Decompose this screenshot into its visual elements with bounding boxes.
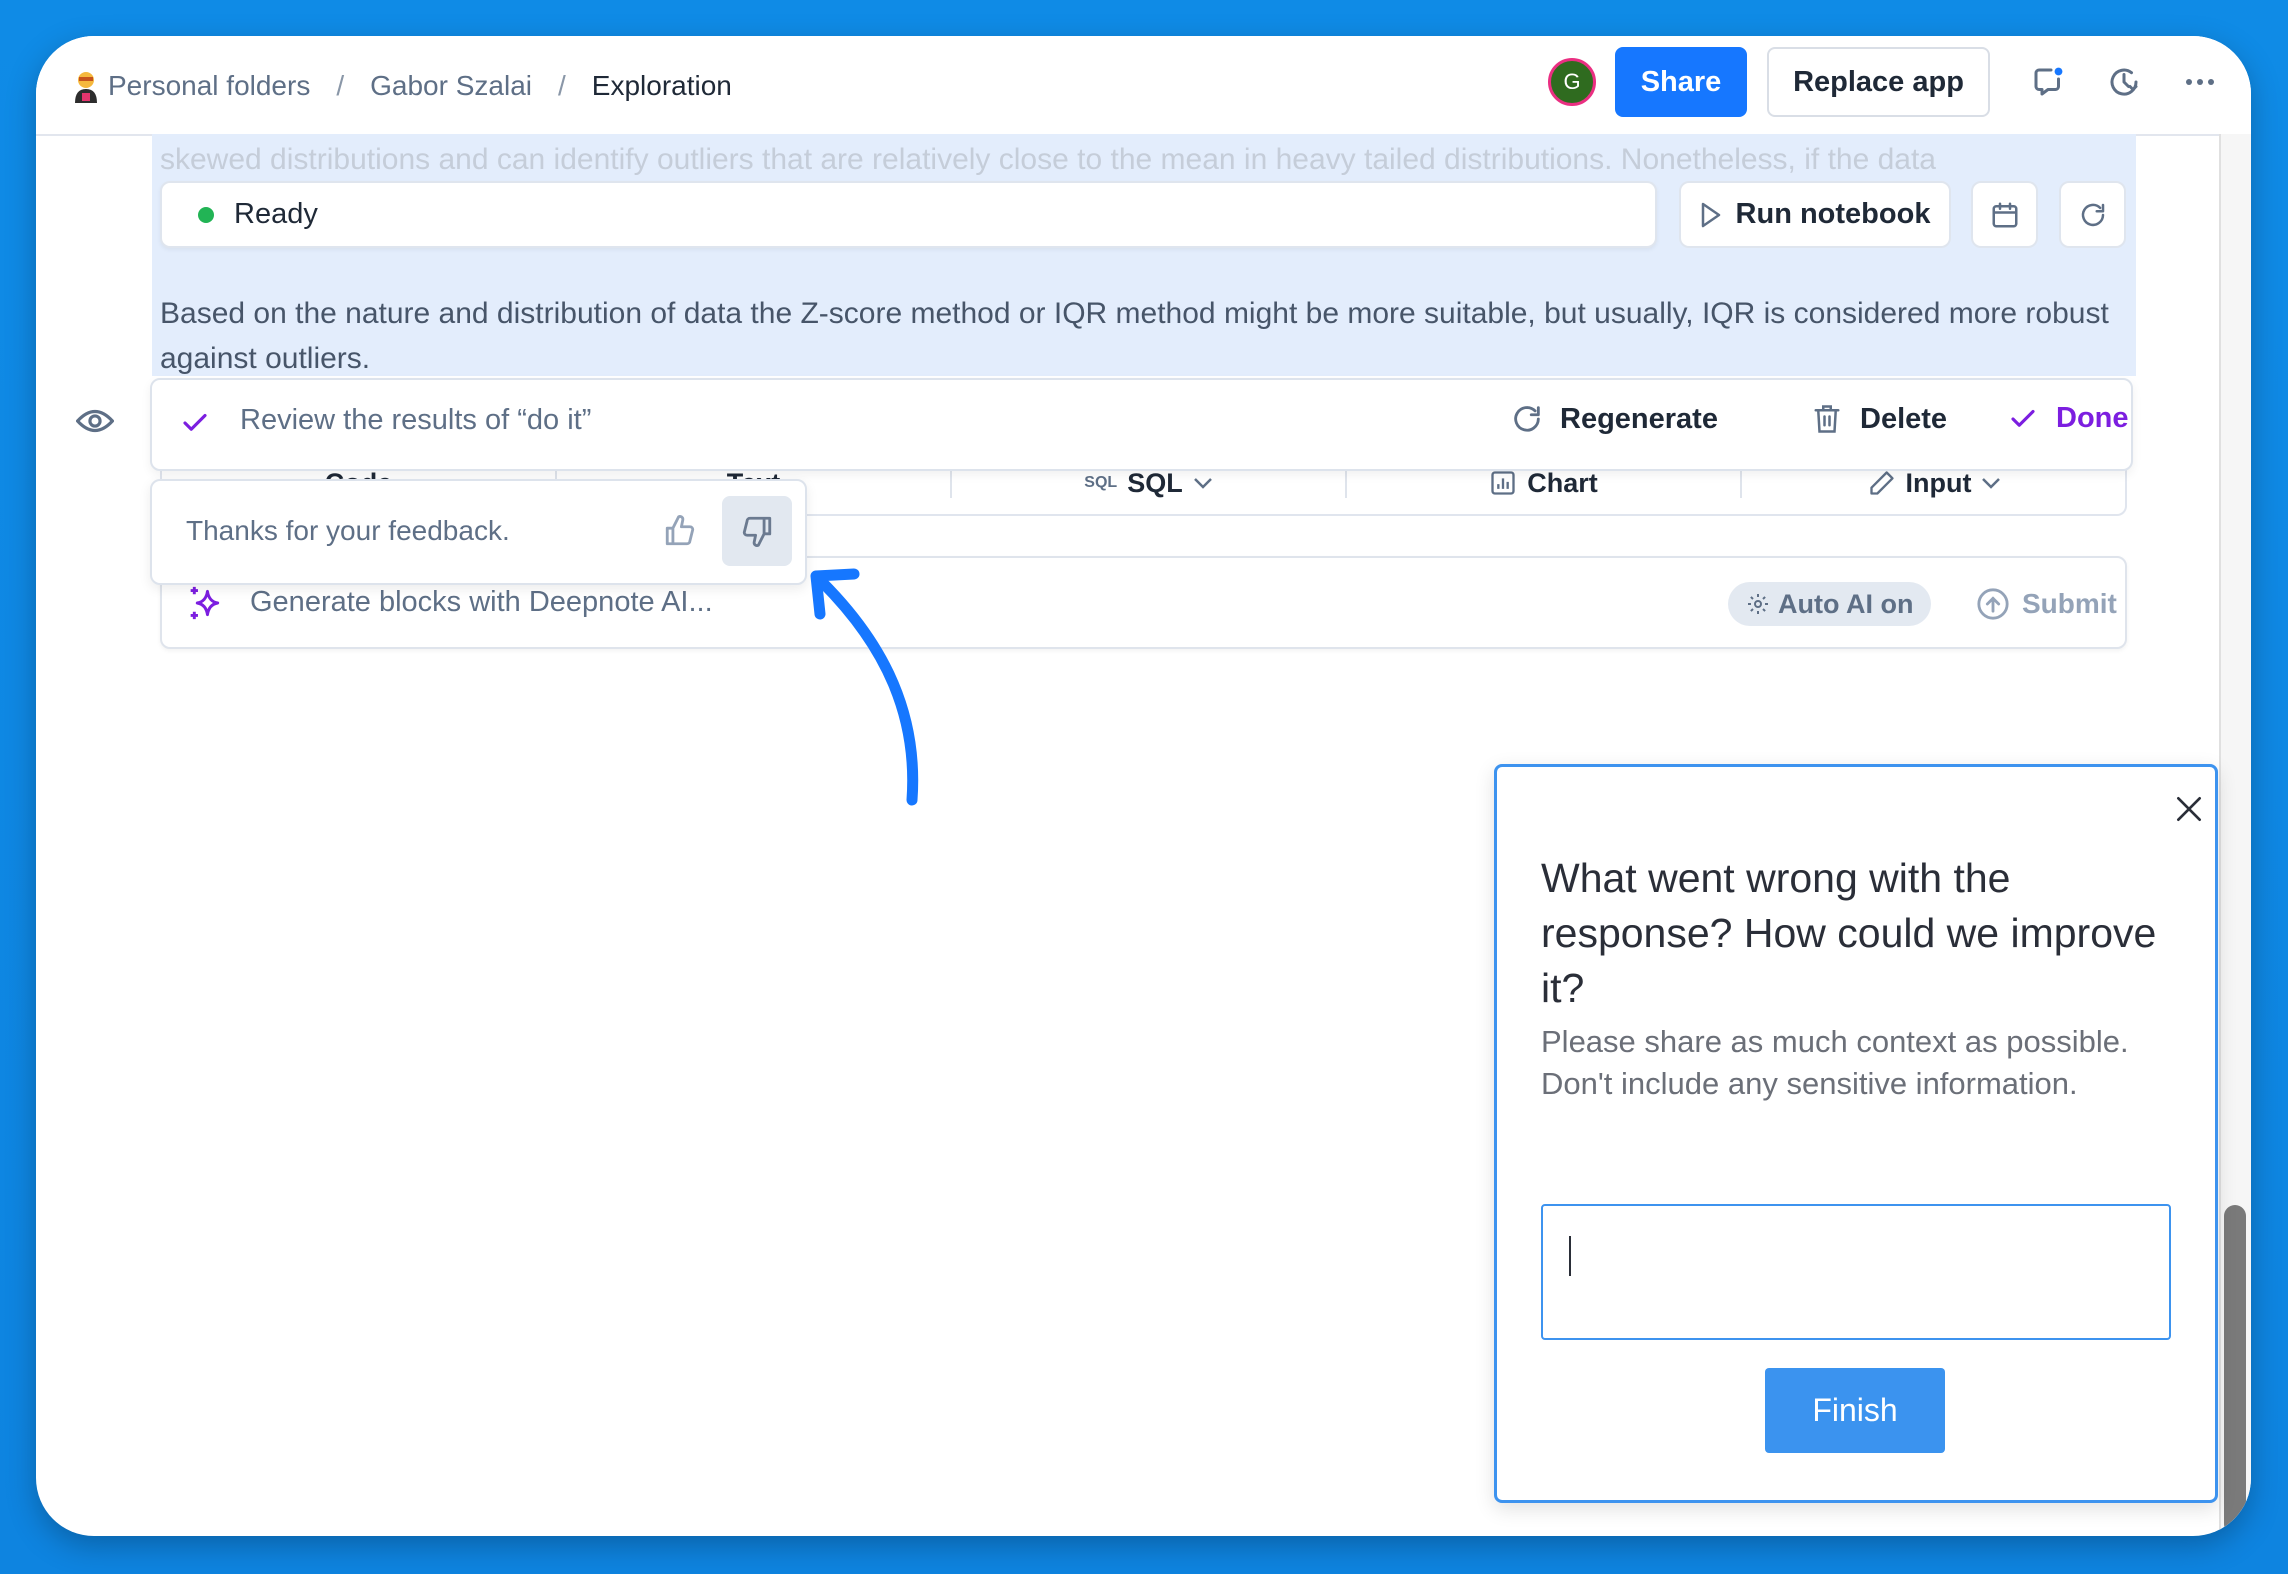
delete-button[interactable]: Delete <box>1812 402 1947 436</box>
more-icon[interactable] <box>2180 62 2220 102</box>
app-window: Personal folders / Gabor Szalai / Explor… <box>36 36 2251 1536</box>
calendar-icon <box>1990 200 2020 230</box>
sparkles-icon <box>188 584 224 622</box>
breadcrumb-gabor-szalai[interactable]: Gabor Szalai <box>370 70 532 102</box>
feedback-dialog: What went wrong with the response? How c… <box>1494 764 2218 1503</box>
thumbs-down-icon <box>740 514 774 548</box>
close-icon <box>2173 793 2205 825</box>
status-text: Ready <box>234 198 318 230</box>
gear-icon <box>1746 592 1770 616</box>
dialog-description: Please share as much context as possible… <box>1541 1024 2129 1101</box>
breadcrumb-exploration[interactable]: Exploration <box>592 70 732 102</box>
status-bar: Ready <box>160 181 1657 248</box>
check-icon <box>180 408 210 438</box>
review-label: Review the results of “do it” <box>240 404 592 436</box>
thumbs-up-button[interactable] <box>656 507 704 555</box>
refresh-button[interactable] <box>2059 181 2126 248</box>
auto-ai-toggle[interactable]: Auto AI on <box>1728 582 1932 626</box>
thumbs-up-icon <box>663 514 697 548</box>
review-results-bar: Review the results of “do it” Regenerate… <box>150 378 2133 471</box>
breadcrumb: Personal folders / Gabor Szalai / Explor… <box>72 64 732 108</box>
check-icon <box>2008 404 2038 434</box>
annotation-arrow-icon <box>810 568 919 806</box>
breadcrumb-personal-folders[interactable]: Personal folders <box>108 70 310 102</box>
sql-icon: SQL <box>1084 474 1118 491</box>
top-bar: Personal folders / Gabor Szalai / Explor… <box>36 36 2251 136</box>
status-dot-icon <box>198 206 214 223</box>
eye-icon[interactable] <box>76 406 114 436</box>
history-icon[interactable] <box>2104 62 2144 102</box>
replace-app-button[interactable]: Replace app <box>1767 47 1990 117</box>
ai-prompt-input[interactable]: Generate blocks with Deepnote AI... <box>250 586 713 619</box>
scrollbar-thumb[interactable] <box>2224 1205 2246 1535</box>
response-text: Based on the nature and distribution of … <box>160 297 2109 375</box>
person-with-hardhat-icon <box>72 69 100 103</box>
trash-icon <box>1812 402 1842 436</box>
comment-icon[interactable] <box>2028 62 2068 102</box>
submit-button[interactable]: Submit <box>1976 582 2117 626</box>
refresh-icon <box>2078 200 2108 230</box>
run-notebook-label: Run notebook <box>1735 198 1931 230</box>
breadcrumb-separator: / <box>336 70 345 101</box>
schedule-button[interactable] <box>1971 181 2038 248</box>
dialog-title: What went wrong with the response? How c… <box>1541 855 2157 1011</box>
regenerate-icon <box>1510 402 1544 436</box>
play-icon <box>1700 202 1722 228</box>
chevron-down-icon <box>1981 477 2001 489</box>
faded-response-text: skewed distributions and can identify ou… <box>160 143 1936 176</box>
feedback-popup: Thanks for your feedback. <box>150 479 807 585</box>
text-caret <box>1569 1236 1571 1276</box>
chart-icon <box>1489 469 1517 497</box>
feedback-text: Thanks for your feedback. <box>186 515 510 546</box>
chevron-down-icon <box>1193 477 1213 489</box>
done-button[interactable]: Done <box>2008 402 2129 435</box>
share-button[interactable]: Share <box>1615 47 1747 117</box>
regenerate-button[interactable]: Regenerate <box>1510 402 1718 436</box>
avatar[interactable]: G <box>1548 58 1596 106</box>
finish-button[interactable]: Finish <box>1765 1368 1945 1453</box>
arrow-up-circle-icon <box>1976 587 2010 621</box>
breadcrumb-separator: / <box>558 70 566 101</box>
feedback-textarea[interactable] <box>1541 1204 2171 1340</box>
pencil-icon <box>1868 469 1896 497</box>
close-button[interactable] <box>2171 791 2207 827</box>
run-notebook-button[interactable]: Run notebook <box>1679 181 1951 248</box>
